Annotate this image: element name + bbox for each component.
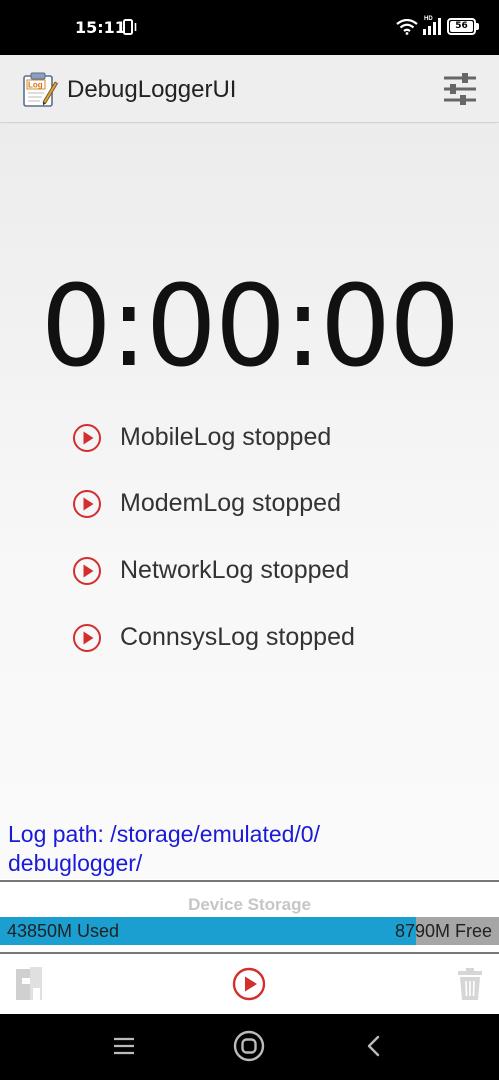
settings-button[interactable] xyxy=(438,69,482,109)
play-circle-icon[interactable] xyxy=(72,556,102,586)
battery-icon: 56 xyxy=(447,18,479,35)
app-bar: Log DebugLoggerUI xyxy=(0,55,499,123)
vibrate-icon xyxy=(119,19,137,35)
battery-level: 56 xyxy=(450,21,473,32)
play-circle-icon[interactable] xyxy=(72,623,102,653)
storage-free-label: 8790M Free xyxy=(394,921,492,941)
app-title: DebugLoggerUI xyxy=(67,76,237,103)
storage-title: Device Storage xyxy=(188,895,311,914)
log-folder-icon xyxy=(16,967,42,1000)
device-storage: Device Storage 43850M Used 8790M Free xyxy=(0,882,499,952)
wifi-icon xyxy=(396,19,418,35)
log-path: Log path: /storage/emulated/0/ debuglogg… xyxy=(8,820,488,878)
log-status-label: MobileLog stopped xyxy=(120,423,332,451)
clear-logs-button[interactable] xyxy=(457,966,483,1007)
start-log-icon xyxy=(232,967,266,1001)
storage-used-label: 43850M Used xyxy=(7,921,120,941)
signal-icon xyxy=(423,18,441,35)
log-folder-button[interactable] xyxy=(14,966,44,1007)
log-path-line2: debuglogger/ xyxy=(8,850,143,876)
play-circle-icon[interactable] xyxy=(72,489,102,519)
trash-icon xyxy=(458,968,482,1000)
back-button[interactable] xyxy=(366,1035,382,1062)
settings-sliders-icon xyxy=(444,73,476,105)
app-logo-icon: Log xyxy=(23,72,58,107)
main-panel: 0:00:00 MobileLog stopped ModemLog stopp… xyxy=(0,124,499,879)
menu-button[interactable] xyxy=(113,1036,135,1061)
play-circle-icon[interactable] xyxy=(72,423,102,453)
menu-icon xyxy=(114,1037,134,1055)
log-path-line1: Log path: /storage/emulated/0/ xyxy=(8,821,320,847)
system-nav-bar xyxy=(0,1014,499,1080)
home-icon xyxy=(233,1030,265,1062)
home-button[interactable] xyxy=(233,1030,265,1067)
log-status-label: ModemLog stopped xyxy=(120,489,341,517)
back-icon xyxy=(367,1035,380,1057)
status-bar: 15:11 HD 56 xyxy=(0,0,499,55)
storage-bar: 43850M Used 8790M Free xyxy=(0,917,499,945)
log-status-label: NetworkLog stopped xyxy=(120,556,350,584)
start-log-button[interactable] xyxy=(232,967,266,1006)
bottom-toolbar xyxy=(0,954,499,1014)
log-status-label: ConnsysLog stopped xyxy=(120,623,355,651)
app-logo-text: Log xyxy=(28,81,43,90)
log-timer: 0:00:00 xyxy=(40,262,461,392)
